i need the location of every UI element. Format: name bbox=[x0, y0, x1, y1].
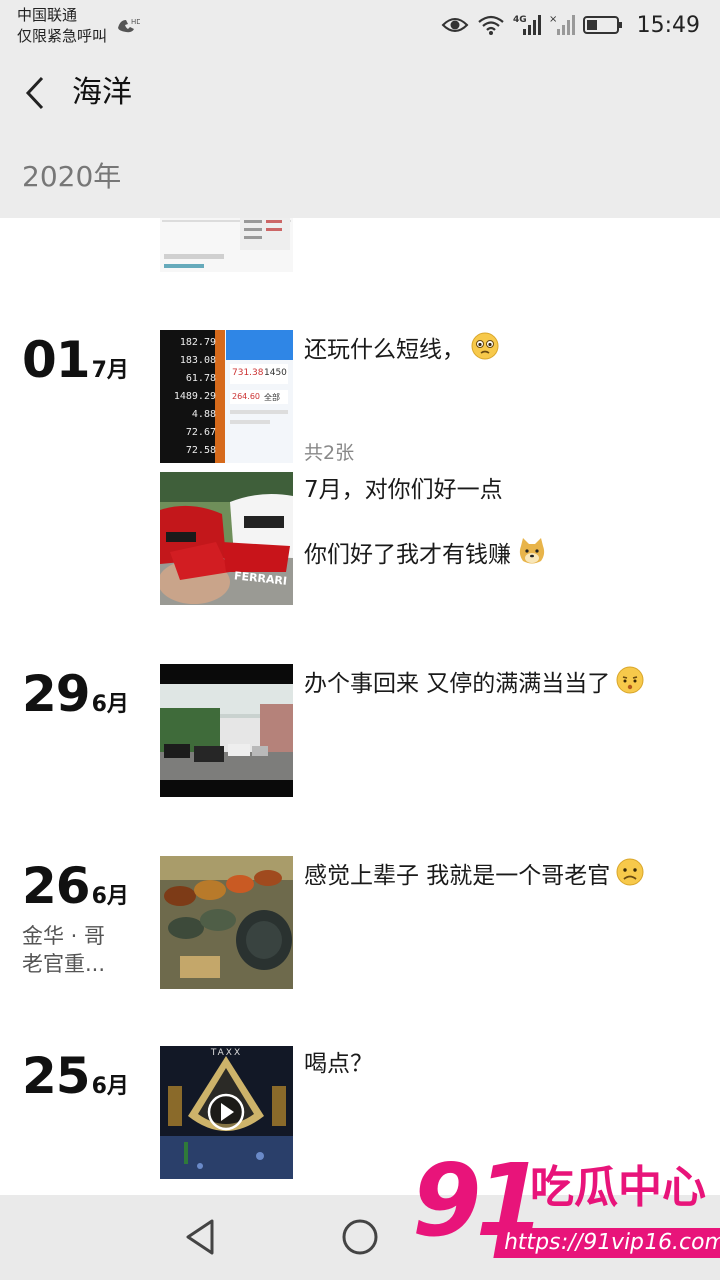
stock-figure: 全部 bbox=[264, 393, 280, 402]
post-caption-text: 感觉上辈子 我就是一个哥老官 bbox=[304, 863, 611, 889]
stock-value: 72.58 bbox=[185, 445, 216, 456]
eye-comfort-icon bbox=[441, 15, 469, 35]
hd-call-icon: HD bbox=[114, 16, 142, 38]
post-caption-text: 办个事回来 又停的满满当当了 bbox=[304, 671, 611, 697]
stock-value: 61.78 bbox=[185, 373, 216, 384]
post-date: 296月 bbox=[22, 664, 129, 724]
location-line2: 老官重... bbox=[22, 952, 106, 976]
watermark-url: https://91vip16.com bbox=[493, 1228, 720, 1258]
sad-face-emoji bbox=[616, 858, 644, 895]
post-caption-line1: 7月，对你们好一点 bbox=[304, 477, 503, 503]
stock-value: 4.88 bbox=[191, 409, 216, 420]
signal-empty-icon: × bbox=[549, 13, 575, 37]
stock-value: 1489.29 bbox=[173, 391, 216, 402]
stock-figure: 264.60 bbox=[232, 392, 260, 401]
clock: 15:49 bbox=[636, 12, 700, 38]
image-count: 共2张 bbox=[304, 442, 355, 464]
post-caption: 喝点？ bbox=[304, 1051, 373, 1077]
post-day: 01 bbox=[22, 331, 91, 389]
battery-icon bbox=[582, 15, 623, 35]
post-thumbnail-food[interactable] bbox=[160, 856, 293, 989]
status-icons: 4G × 15:49 bbox=[441, 8, 700, 42]
svg-text:×: × bbox=[549, 14, 557, 25]
nav-back-button[interactable] bbox=[176, 1215, 226, 1259]
back-button[interactable] bbox=[20, 74, 56, 112]
title-bar: 海洋 bbox=[0, 60, 720, 126]
signal-4g-icon: 4G bbox=[513, 13, 541, 37]
nav-home-button[interactable] bbox=[335, 1215, 385, 1259]
post-thumbnail-ferrari[interactable]: FERRARI bbox=[160, 472, 293, 605]
svg-text:HD: HD bbox=[131, 18, 140, 26]
post-date: 266月 bbox=[22, 856, 129, 916]
post-thumbnail-parking[interactable] bbox=[160, 664, 293, 797]
post-day: 25 bbox=[22, 1047, 91, 1105]
post-caption: 还玩什么短线， bbox=[304, 332, 499, 369]
year-label: 2020年 bbox=[22, 160, 122, 193]
watermark: 91 吃瓜中心 https://91vip16.com bbox=[412, 1146, 720, 1272]
post-location[interactable]: 金华 · 哥 老官重... bbox=[22, 922, 132, 978]
status-bar: 中国联通 仅限紧急呼叫 HD 4G × 15:49 bbox=[0, 0, 720, 50]
stock-value: 182.79 bbox=[179, 337, 216, 348]
page-title: 海洋 bbox=[72, 75, 132, 110]
pleading-face-emoji bbox=[471, 332, 499, 369]
wifi-icon bbox=[477, 14, 505, 36]
post-month: 7月 bbox=[91, 358, 129, 383]
post-date: 017月 bbox=[22, 330, 129, 390]
circle-home-icon bbox=[342, 1219, 378, 1255]
post-caption-line2: 你们好了我才有钱赚 bbox=[304, 536, 547, 575]
chevron-left-icon bbox=[25, 76, 44, 110]
carrier-name: 中国联通 bbox=[17, 6, 78, 24]
post-caption-text: 还玩什么短线， bbox=[304, 337, 465, 363]
venue-sign: TAXX bbox=[210, 1048, 243, 1058]
location-line1: 金华 · 哥 bbox=[22, 924, 106, 948]
triangle-back-icon bbox=[186, 1219, 214, 1255]
post-caption-text: 你们好了我才有钱赚 bbox=[304, 542, 511, 568]
watermark-text: 吃瓜中心 bbox=[530, 1162, 706, 1213]
stock-value: 183.08 bbox=[179, 355, 216, 366]
post-date: 256月 bbox=[22, 1046, 129, 1106]
post-caption: 感觉上辈子 我就是一个哥老官 bbox=[304, 858, 644, 895]
grimace-face-emoji bbox=[616, 666, 644, 703]
stock-value: 72.67 bbox=[185, 427, 216, 438]
header: 中国联通 仅限紧急呼叫 HD 4G × 15:49 海洋 2020年 bbox=[0, 0, 720, 218]
post-day: 26 bbox=[22, 857, 91, 915]
stock-figure: 1450 bbox=[264, 368, 287, 378]
post-thumbnail-video[interactable]: TAXX bbox=[160, 1046, 293, 1179]
post-month: 6月 bbox=[91, 884, 129, 909]
stock-figure: 731.38 bbox=[232, 368, 264, 378]
post-caption: 办个事回来 又停的满满当当了 bbox=[304, 666, 644, 703]
post-thumbnail-stock[interactable]: 182.79 183.08 61.78 1489.29 4.88 72.67 7… bbox=[160, 330, 293, 463]
svg-text:4G: 4G bbox=[513, 15, 527, 25]
post-day: 29 bbox=[22, 665, 91, 723]
post-month: 6月 bbox=[91, 1074, 129, 1099]
post-month: 6月 bbox=[91, 692, 129, 717]
doge-emoji bbox=[517, 536, 547, 575]
carrier-status: 仅限紧急呼叫 bbox=[17, 27, 108, 45]
